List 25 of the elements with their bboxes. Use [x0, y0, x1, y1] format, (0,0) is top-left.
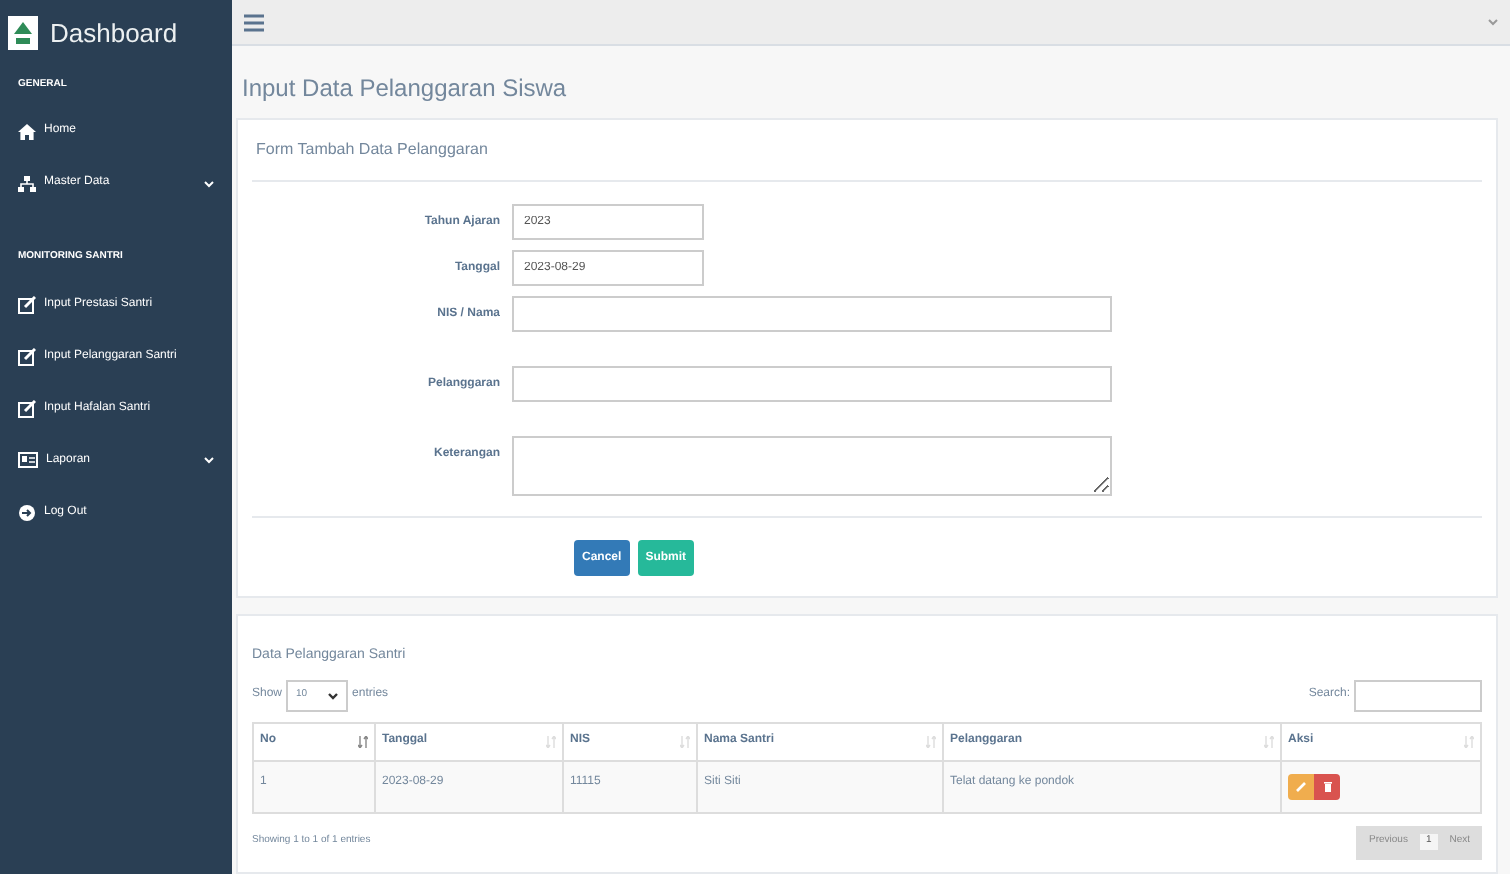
page-title: Input Data Pelanggaran Siswa — [242, 72, 569, 106]
chevron-down-icon[interactable] — [1488, 18, 1498, 26]
edit-icon — [18, 295, 36, 313]
chevron-down-icon — [328, 691, 339, 699]
chevron-down-icon — [204, 456, 214, 464]
id-card-icon — [18, 452, 38, 468]
trash-icon — [1323, 781, 1331, 791]
sitemap-icon — [18, 175, 36, 191]
panel-title: Form Tambah Data Pelanggaran — [252, 120, 1482, 182]
search-field[interactable] — [1354, 679, 1482, 711]
menu-icon[interactable] — [244, 13, 264, 31]
edit-icon — [18, 399, 36, 417]
pencil-icon — [1296, 781, 1306, 791]
text-area[interactable] — [512, 436, 1112, 496]
edit-icon — [18, 347, 36, 365]
sort-icon[interactable] — [358, 735, 368, 747]
home-icon — [18, 123, 36, 139]
sign-out-icon — [18, 503, 36, 521]
sidebar-title: Dashboard — [50, 15, 178, 52]
chevron-down-icon — [204, 179, 214, 187]
logo-icon — [8, 16, 38, 50]
input-field[interactable] — [512, 366, 1112, 402]
delete-button[interactable] — [1314, 773, 1340, 799]
edit-button[interactable] — [1288, 773, 1314, 799]
input-field[interactable] — [512, 296, 1112, 332]
